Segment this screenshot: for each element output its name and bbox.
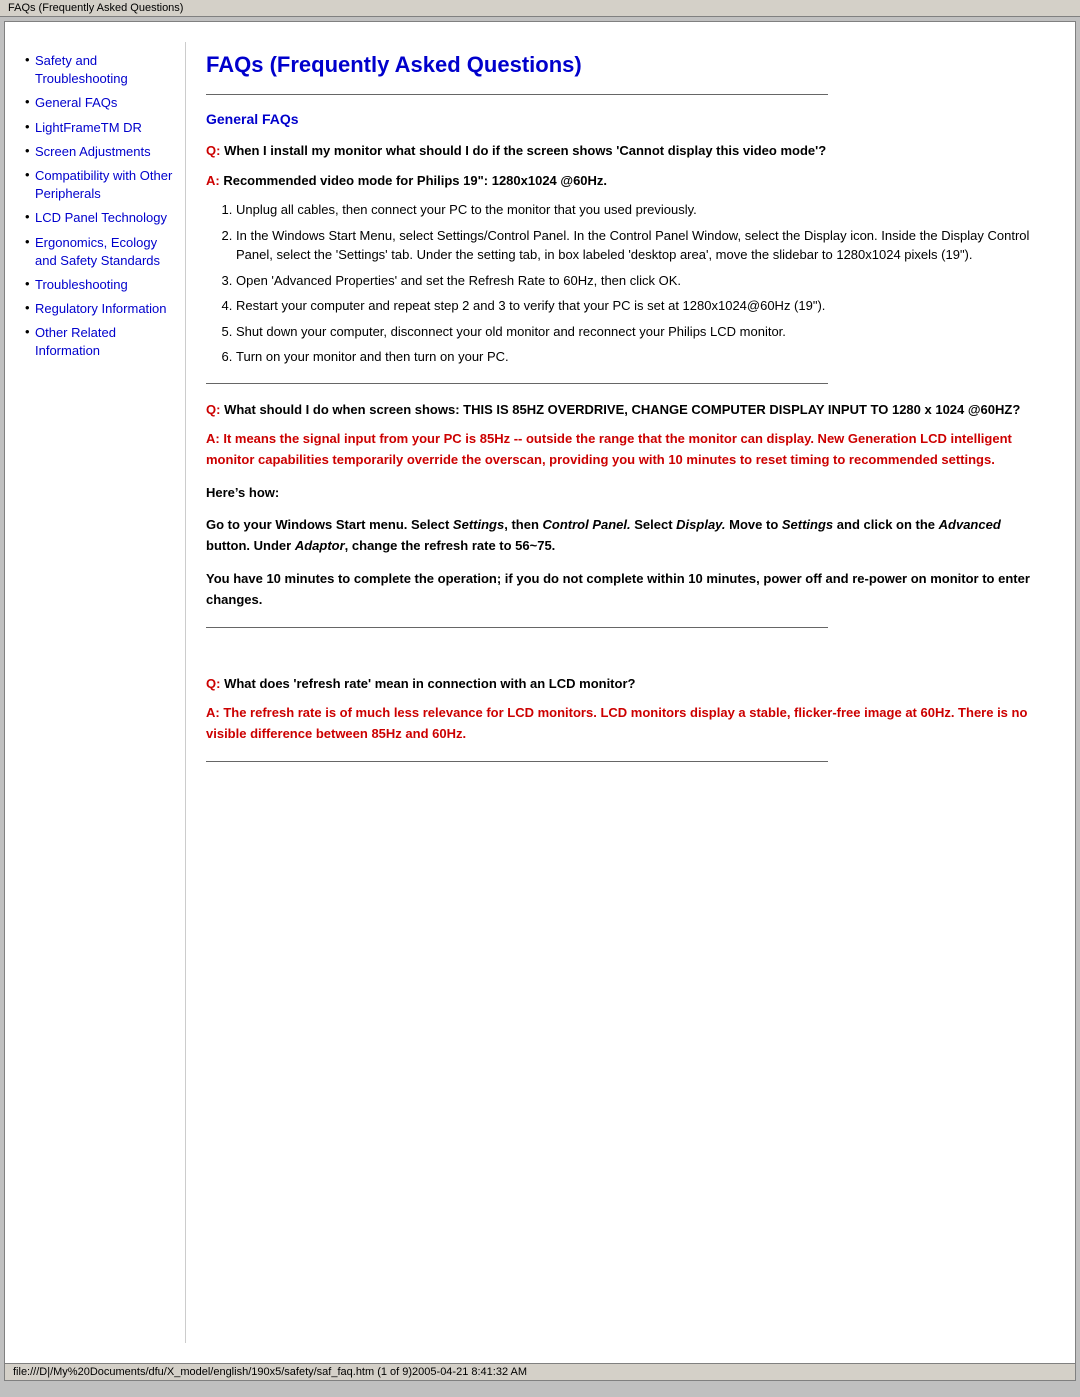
page-title: FAQs (Frequently Asked Questions) xyxy=(206,52,1035,78)
sidebar-link-lightframe[interactable]: LightFrameTM DR xyxy=(35,119,175,137)
sidebar-item-lightframe: LightFrameTM DR xyxy=(25,119,175,137)
q2-question: What should I do when screen shows: THIS… xyxy=(220,402,1020,417)
divider-top xyxy=(206,94,828,95)
q2-a-label: A: xyxy=(206,431,220,446)
sidebar-link-screen[interactable]: Screen Adjustments xyxy=(35,143,175,161)
divider-q1 xyxy=(206,383,828,384)
q3-question: What does 'refresh rate' mean in connect… xyxy=(220,676,635,691)
q2-answer: A: It means the signal input from your P… xyxy=(206,429,1035,471)
sidebar-item-regulatory: Regulatory Information xyxy=(25,300,175,318)
sidebar-item-ergonomics: Ergonomics, Ecology and Safety Standards xyxy=(25,234,175,270)
status-text: file:///D|/My%20Documents/dfu/X_model/en… xyxy=(13,1366,527,1378)
question-2: Q: What should I do when screen shows: T… xyxy=(206,400,1035,674)
question-3: Q: What does 'refresh rate' mean in conn… xyxy=(206,674,1035,762)
sidebar-item-compatibility: Compatibility with Other Peripherals xyxy=(25,167,175,203)
q1-label: Q: xyxy=(206,143,220,158)
sidebar: Safety and Troubleshooting General FAQs Li… xyxy=(25,42,185,1343)
q2-label: Q: xyxy=(206,402,220,417)
sidebar-link-compatibility[interactable]: Compatibility with Other Peripherals xyxy=(35,167,175,203)
q2-text: Q: What should I do when screen shows: T… xyxy=(206,400,1035,420)
main-content: FAQs (Frequently Asked Questions) Genera… xyxy=(185,42,1055,1343)
sidebar-link-ergonomics[interactable]: Ergonomics, Ecology and Safety Standards xyxy=(35,234,175,270)
q1-list-item-1: Unplug all cables, then connect your PC … xyxy=(236,200,1035,220)
q3-answer: A: The refresh rate is of much less rele… xyxy=(206,703,1035,745)
q1-list: Unplug all cables, then connect your PC … xyxy=(236,200,1035,367)
q3-a-label: A: xyxy=(206,705,220,720)
q1-text: Q: When I install my monitor what should… xyxy=(206,141,1035,161)
content-area: Safety and Troubleshooting General FAQs Li… xyxy=(5,22,1075,1363)
sidebar-link-other[interactable]: Other Related Information xyxy=(35,324,175,360)
sidebar-link-general-faqs[interactable]: General FAQs xyxy=(35,94,175,112)
q3-text: Q: What does 'refresh rate' mean in conn… xyxy=(206,674,1035,694)
q1-list-item-6: Turn on your monitor and then turn on yo… xyxy=(236,347,1035,367)
q1-list-item-5: Shut down your computer, disconnect your… xyxy=(236,322,1035,342)
sidebar-item-general-faqs: General FAQs xyxy=(25,94,175,112)
q1-list-item-2: In the Windows Start Menu, select Settin… xyxy=(236,226,1035,265)
sidebar-link-regulatory[interactable]: Regulatory Information xyxy=(35,300,175,318)
q2-minutes: You have 10 minutes to complete the oper… xyxy=(206,569,1035,611)
section-heading: General FAQs xyxy=(206,111,1035,127)
q2-here: Here’s how: xyxy=(206,483,1035,504)
sidebar-item-troubleshooting: Troubleshooting xyxy=(25,276,175,294)
q3-answer-text: The refresh rate is of much less relevan… xyxy=(206,705,1027,741)
q1-list-item-4: Restart your computer and repeat step 2 … xyxy=(236,296,1035,316)
title-bar-text: FAQs (Frequently Asked Questions) xyxy=(8,2,183,14)
q1-question: When I install my monitor what should I … xyxy=(220,143,826,158)
sidebar-item-lcd: LCD Panel Technology xyxy=(25,209,175,227)
browser-window: Safety and Troubleshooting General FAQs Li… xyxy=(4,21,1076,1381)
q1-a-label: A: xyxy=(206,173,220,188)
q1-list-item-3: Open 'Advanced Properties' and set the R… xyxy=(236,271,1035,291)
sidebar-item-other: Other Related Information xyxy=(25,324,175,360)
sidebar-item-screen: Screen Adjustments xyxy=(25,143,175,161)
q1-answer-bold: A: Recommended video mode for Philips 19… xyxy=(206,171,1035,191)
status-bar: file:///D|/My%20Documents/dfu/X_model/en… xyxy=(5,1363,1075,1380)
divider-q2 xyxy=(206,627,828,628)
q1-answer-text: Recommended video mode for Philips 19": … xyxy=(220,173,607,188)
sidebar-link-lcd[interactable]: LCD Panel Technology xyxy=(35,209,175,227)
q2-go: Go to your Windows Start menu. Select Se… xyxy=(206,515,1035,557)
question-1: Q: When I install my monitor what should… xyxy=(206,141,1035,384)
sidebar-link-troubleshooting[interactable]: Troubleshooting xyxy=(35,276,175,294)
sidebar-item-safety: Safety and Troubleshooting xyxy=(25,52,175,88)
title-bar: FAQs (Frequently Asked Questions) xyxy=(0,0,1080,17)
divider-q3 xyxy=(206,761,828,762)
q3-label: Q: xyxy=(206,676,220,691)
sidebar-link-safety[interactable]: Safety and Troubleshooting xyxy=(35,52,175,88)
q2-answer-text: It means the signal input from your PC i… xyxy=(206,431,1012,467)
